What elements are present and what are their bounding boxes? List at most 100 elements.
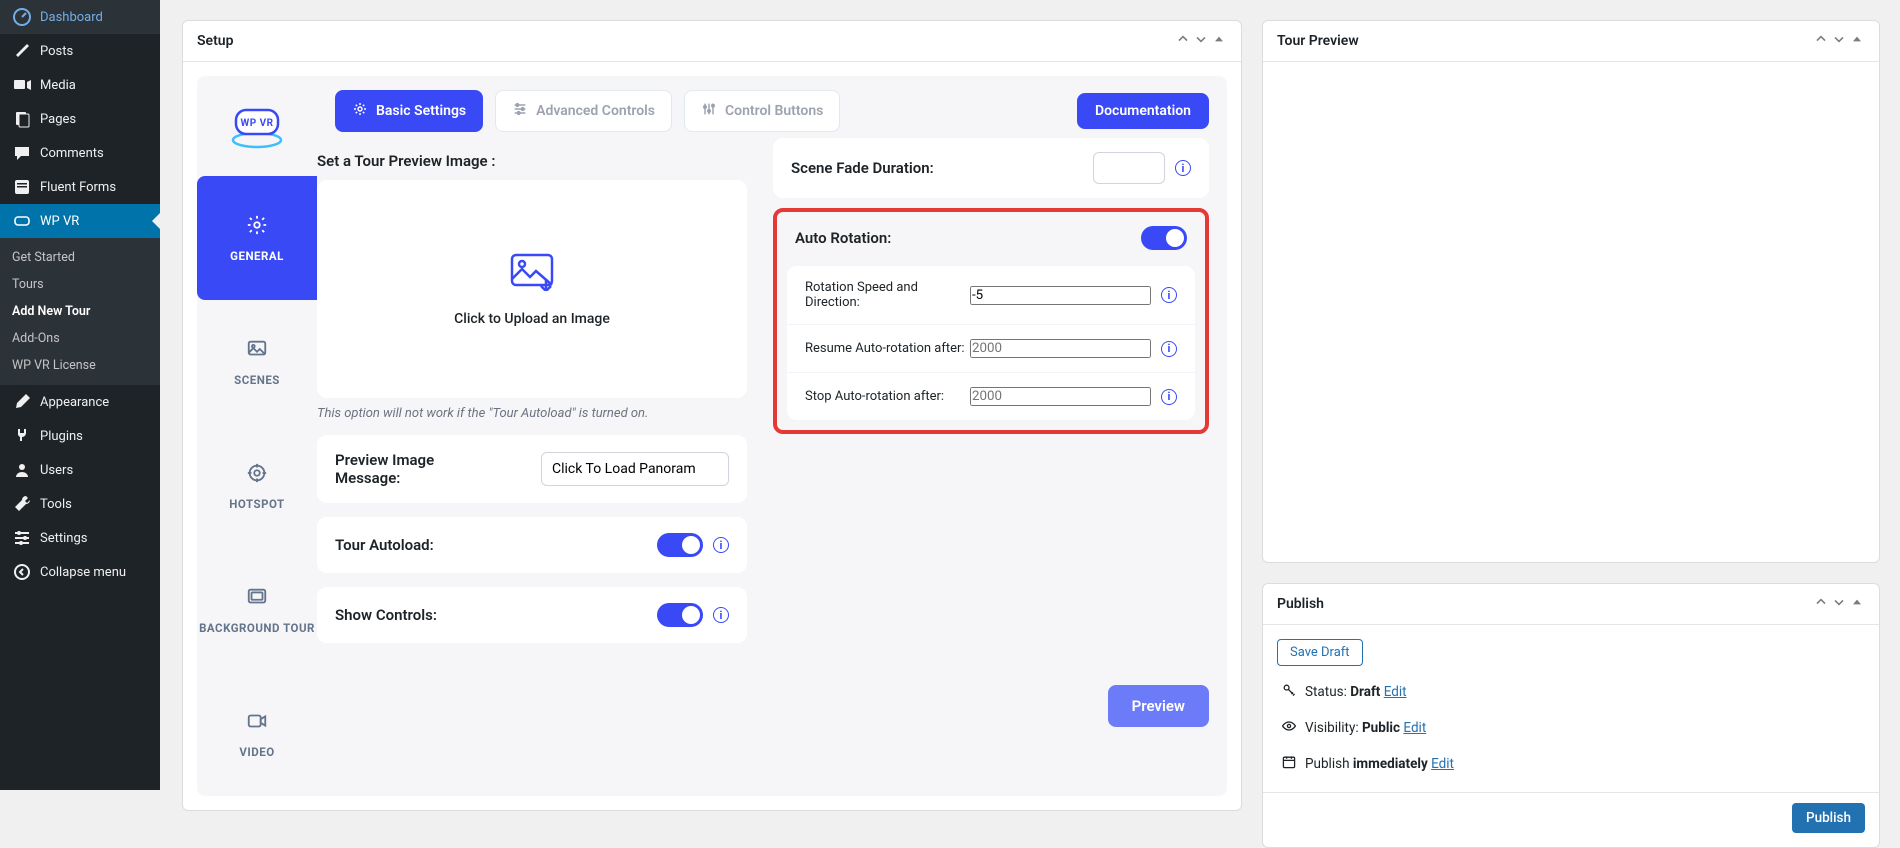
resume-rotation-input[interactable] [970,339,1151,358]
sidebar-item-plugins[interactable]: Plugins [0,419,160,453]
sidebar-item-dashboard[interactable]: Dashboard [0,0,160,34]
status-edit-link[interactable]: Edit [1384,684,1407,700]
sidebar-sub-addons[interactable]: Add-Ons [0,325,160,352]
sidebar-item-users[interactable]: Users [0,453,160,487]
basic-settings-button[interactable]: Basic Settings [335,90,483,132]
sidebar-label: Fluent Forms [40,180,116,195]
button-label: Advanced Controls [536,103,655,119]
tour-autoload-row: Tour Autoload: i [317,517,747,573]
advanced-controls-button[interactable]: Advanced Controls [495,90,672,132]
tour-autoload-toggle[interactable] [657,533,703,557]
sidebar-label: Plugins [40,429,83,444]
panel-toggle-icon[interactable] [1211,31,1227,51]
tab-hotspot[interactable]: HOTSPOT [197,424,317,548]
sidebar-item-wpvr[interactable]: WP VR [0,204,160,238]
video-icon [246,710,268,735]
sidebar-label: Collapse menu [40,565,126,580]
fade-duration-label: Scene Fade Duration: [791,159,934,177]
sidebar-item-tools[interactable]: Tools [0,487,160,521]
sidebar-item-collapse[interactable]: Collapse menu [0,555,160,589]
status-row: Status: Draft Edit [1277,674,1865,710]
sidebar-item-pages[interactable]: Pages [0,102,160,136]
info-icon[interactable]: i [1161,287,1177,303]
show-controls-toggle[interactable] [657,603,703,627]
info-icon[interactable]: i [1175,160,1191,176]
stop-rotation-row: Stop Auto-rotation after: i [787,372,1195,420]
panel-collapse-up-icon[interactable] [1813,31,1829,51]
panel-toggle-icon[interactable] [1849,31,1865,51]
resume-rotation-row: Resume Auto-rotation after: i [787,324,1195,372]
sidebar-sub-get-started[interactable]: Get Started [0,244,160,271]
gear-icon [352,101,368,121]
save-draft-button[interactable]: Save Draft [1277,639,1363,666]
fade-duration-row: Scene Fade Duration: i [773,138,1209,198]
publish-button[interactable]: Publish [1792,803,1865,833]
info-icon[interactable]: i [1161,341,1177,357]
tab-background-tour[interactable]: BACKGROUND TOUR [197,548,317,672]
target-icon [246,462,268,487]
auto-rotation-toggle[interactable] [1141,226,1187,250]
sidebar-item-appearance[interactable]: Appearance [0,385,160,419]
svg-text:WP VR: WP VR [240,118,273,129]
info-icon[interactable]: i [713,607,729,623]
set-preview-label: Set a Tour Preview Image : [317,152,747,170]
tour-preview-body [1263,62,1879,562]
panel-collapse-down-icon[interactable] [1831,31,1847,51]
wpvr-logo: WP VR [197,76,317,176]
publish-date-label: Publish [1305,756,1353,772]
visibility-edit-link[interactable]: Edit [1403,720,1426,736]
preview-message-label: Preview Image Message: [335,451,475,487]
publish-date-edit-link[interactable]: Edit [1431,756,1454,772]
sliders-icon [12,528,32,548]
sidebar-sub-tours[interactable]: Tours [0,271,160,298]
sidebar-item-fluent-forms[interactable]: Fluent Forms [0,170,160,204]
preview-button[interactable]: Preview [1108,685,1209,727]
tour-autoload-label: Tour Autoload: [335,536,434,554]
form-icon [12,177,32,197]
show-controls-label: Show Controls: [335,606,437,624]
setup-panel: Setup WP VR [182,20,1242,811]
control-buttons-button[interactable]: Control Buttons [684,90,840,132]
collapse-icon [12,562,32,582]
vertical-tabs: WP VR GENERAL SCENES [197,76,317,796]
sidebar-item-media[interactable]: Media [0,68,160,102]
tab-scenes[interactable]: SCENES [197,300,317,424]
button-label: Control Buttons [725,103,823,119]
panel-collapse-up-icon[interactable] [1813,594,1829,614]
visibility-row: Visibility: Public Edit [1277,710,1865,746]
panel-collapse-up-icon[interactable] [1175,31,1191,51]
stop-rotation-input[interactable] [970,387,1151,406]
upload-image-box[interactable]: Click to Upload an Image [317,180,747,398]
sliders-vertical-icon [701,101,717,121]
documentation-button[interactable]: Documentation [1077,93,1209,129]
panel-toggle-icon[interactable] [1849,594,1865,614]
tab-video[interactable]: VIDEO [197,672,317,796]
info-icon[interactable]: i [1161,389,1177,405]
tab-label: GENERAL [230,249,284,263]
resume-rotation-label: Resume Auto-rotation after: [805,341,965,356]
sidebar-label: Posts [40,44,73,59]
rotation-speed-input[interactable] [970,286,1151,305]
sidebar-sub-license[interactable]: WP VR License [0,352,160,379]
sidebar-item-settings[interactable]: Settings [0,521,160,555]
tab-general[interactable]: GENERAL [197,176,317,300]
panel-collapse-down-icon[interactable] [1193,31,1209,51]
user-icon [12,460,32,480]
sidebar-item-posts[interactable]: Posts [0,34,160,68]
sidebar-sub-add-new-tour[interactable]: Add New Tour [0,298,160,325]
preview-message-input[interactable] [541,452,729,486]
preview-message-row: Preview Image Message: [317,435,747,503]
upload-image-icon [508,251,556,295]
panel-collapse-down-icon[interactable] [1831,594,1847,614]
publish-date-value: immediately [1353,756,1428,772]
stop-rotation-label: Stop Auto-rotation after: [805,389,944,404]
sidebar-label: Comments [40,146,104,161]
sidebar-label: Pages [40,112,76,127]
tour-preview-title: Tour Preview [1277,33,1359,49]
gear-icon [246,214,268,239]
vr-icon [12,211,32,231]
info-icon[interactable]: i [713,537,729,553]
layers-icon [246,586,268,611]
fade-duration-input[interactable] [1093,152,1165,184]
sidebar-item-comments[interactable]: Comments [0,136,160,170]
